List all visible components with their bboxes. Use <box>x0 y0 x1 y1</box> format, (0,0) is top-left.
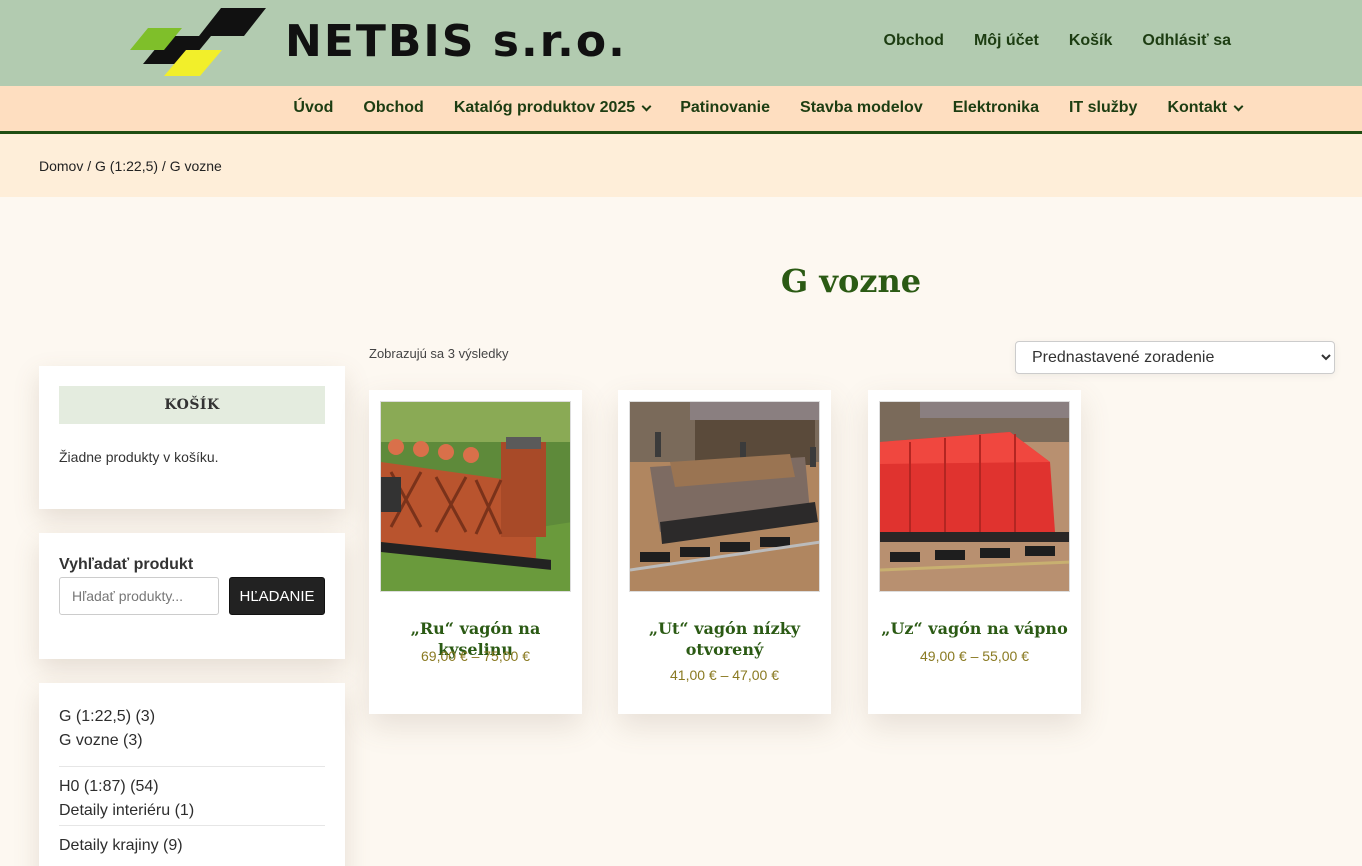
category-link[interactable]: G vozne (3) <box>59 729 325 753</box>
top-nav-cart[interactable]: Košík <box>1069 32 1113 50</box>
logo-mark-icon <box>130 8 266 76</box>
search-widget-title: Vyhľadať produkt <box>59 556 194 573</box>
product-photo-open-wagon <box>630 402 819 591</box>
category-group: H0 (1:87) (54) Detaily interiéru (1) <box>59 766 325 823</box>
chevron-down-icon <box>1233 101 1244 111</box>
product-photo-acid-wagon <box>381 402 570 591</box>
nav-item-elektronika[interactable]: Elektronika <box>953 99 1039 117</box>
product-title[interactable]: „Uz“ vagón na vápno <box>876 618 1073 639</box>
nav-item-uvod[interactable]: Úvod <box>293 99 333 117</box>
product-title[interactable]: „Ut“ vagón nízky otvorený <box>626 618 823 660</box>
sort-select[interactable]: Prednastavené zoradenie <box>1015 341 1335 374</box>
top-nav-account[interactable]: Môj účet <box>974 32 1039 50</box>
product-image[interactable] <box>380 401 571 592</box>
search-button[interactable]: HĽADANIE <box>229 577 325 615</box>
category-link[interactable]: G (1:22,5) (3) <box>59 705 325 729</box>
page-title: G vozne <box>780 262 922 300</box>
category-link[interactable]: Detaily krajiny (9) <box>59 834 325 858</box>
chevron-down-icon <box>641 101 652 111</box>
cart-empty-text: Žiadne produkty v košíku. <box>59 449 219 465</box>
breadcrumb[interactable]: Domov / G (1:22,5) / G vozne <box>39 158 222 174</box>
cart-widget: KOŠÍK Žiadne produkty v košíku. <box>39 366 345 509</box>
main-nav: Úvod Obchod Katalóg produktov 2025 Patin… <box>0 86 1362 134</box>
search-widget: Vyhľadať produkt HĽADANIE <box>39 533 345 659</box>
nav-item-stavba-modelov[interactable]: Stavba modelov <box>800 99 923 117</box>
nav-item-katalog[interactable]: Katalóg produktov 2025 <box>454 99 652 117</box>
cart-widget-title: KOŠÍK <box>59 386 325 424</box>
product-price: 69,00 € – 75,00 € <box>421 648 530 664</box>
product-photo-lime-wagon <box>880 402 1069 591</box>
site-logo[interactable]: NETBIS s.r.o. <box>126 6 686 78</box>
product-search-input[interactable] <box>59 577 219 615</box>
top-nav-logout[interactable]: Odhlásiť sa <box>1142 32 1231 50</box>
category-link[interactable]: H0 (1:87) (54) <box>59 775 325 799</box>
breadcrumb-bar: Domov / G (1:22,5) / G vozne <box>0 134 1362 197</box>
category-widget: G (1:22,5) (3) G vozne (3) H0 (1:87) (54… <box>39 683 345 866</box>
product-image[interactable] <box>629 401 820 592</box>
product-price: 49,00 € – 55,00 € <box>920 648 1029 664</box>
category-group: G (1:22,5) (3) G vozne (3) <box>59 705 325 753</box>
category-link[interactable]: Detaily interiéru (1) <box>59 799 325 823</box>
brand-name: NETBIS s.r.o. <box>285 16 627 67</box>
top-nav-shop[interactable]: Obchod <box>884 32 944 50</box>
product-card[interactable]: „Ut“ vagón nízky otvorený 41,00 € – 47,0… <box>618 390 831 714</box>
top-nav: Obchod Môj účet Košík Odhlásiť sa <box>884 32 1232 50</box>
product-image[interactable] <box>879 401 1070 592</box>
nav-item-kontakt[interactable]: Kontakt <box>1167 99 1244 117</box>
product-price: 41,00 € – 47,00 € <box>670 667 779 683</box>
category-group: Detaily krajiny (9) <box>59 825 325 858</box>
nav-item-it-sluzby[interactable]: IT služby <box>1069 99 1137 117</box>
results-count: Zobrazujú sa 3 výsledky <box>369 346 509 361</box>
nav-item-patinovanie[interactable]: Patinovanie <box>680 99 770 117</box>
nav-item-obchod[interactable]: Obchod <box>363 99 423 117</box>
site-header: NETBIS s.r.o. Obchod Môj účet Košík Odhl… <box>0 0 1362 86</box>
product-card[interactable]: „Ru“ vagón na kyselinu 69,00 € – 75,00 € <box>369 390 582 714</box>
product-card[interactable]: „Uz“ vagón na vápno 49,00 € – 55,00 € <box>868 390 1081 714</box>
